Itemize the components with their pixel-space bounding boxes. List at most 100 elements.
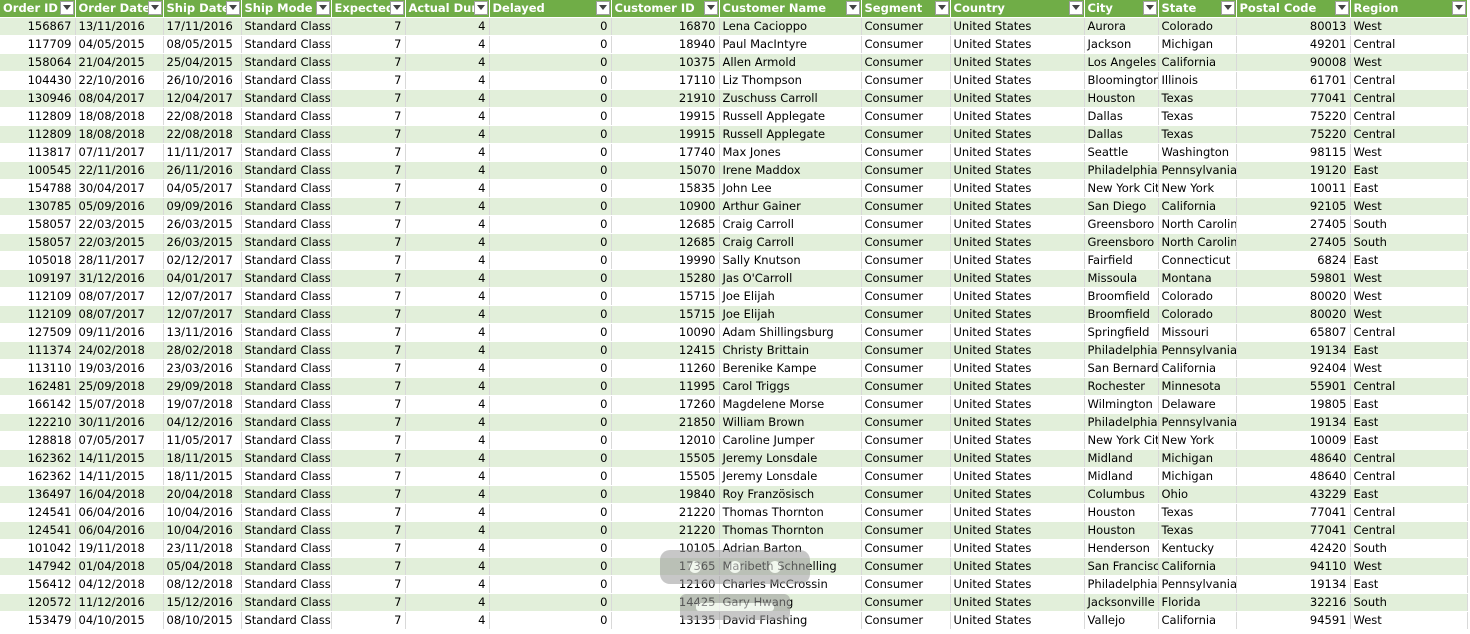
cell-postal[interactable]: 43229: [1236, 485, 1351, 504]
cell-ship-date[interactable]: 13/11/2016: [163, 323, 242, 342]
cell-order-date[interactable]: 30/11/2016: [75, 413, 164, 432]
cell-postal[interactable]: 94110: [1236, 557, 1351, 576]
cell-order-id[interactable]: 113110: [0, 359, 76, 378]
cell-city[interactable]: Rochester: [1084, 377, 1159, 396]
cell-ship-mode[interactable]: Standard Class: [241, 521, 332, 540]
cell-order-date[interactable]: 15/07/2018: [75, 395, 164, 414]
cell-order-date[interactable]: 05/09/2016: [75, 197, 164, 216]
cell-postal[interactable]: 10009: [1236, 431, 1351, 450]
cell-region[interactable]: Central: [1350, 467, 1468, 486]
cell-region[interactable]: South: [1350, 539, 1468, 558]
cell-state[interactable]: Pennsylvania: [1158, 575, 1237, 594]
cell-segment[interactable]: Consumer: [861, 575, 951, 594]
cell-country[interactable]: United States: [950, 197, 1085, 216]
cell-state[interactable]: California: [1158, 197, 1237, 216]
cell-state[interactable]: Texas: [1158, 503, 1237, 522]
cell-postal[interactable]: 19120: [1236, 161, 1351, 180]
cell-ship-date[interactable]: 28/02/2018: [163, 341, 242, 360]
cell-order-id[interactable]: 162362: [0, 449, 76, 468]
cell-segment[interactable]: Consumer: [861, 305, 951, 324]
cell-postal[interactable]: 49201: [1236, 35, 1351, 54]
cell-delayed[interactable]: 0: [489, 53, 612, 72]
cell-order-id[interactable]: 112109: [0, 287, 76, 306]
cell-delayed[interactable]: 0: [489, 215, 612, 234]
cell-order-id[interactable]: 112109: [0, 305, 76, 324]
cell-customer-id[interactable]: 13135: [611, 611, 720, 630]
filter-dropdown-icon[interactable]: [1451, 1, 1466, 15]
cell-ship-mode[interactable]: Standard Class: [241, 107, 332, 126]
cell-actual[interactable]: 4: [405, 233, 490, 252]
cell-postal[interactable]: 80020: [1236, 287, 1351, 306]
cell-order-date[interactable]: 09/11/2016: [75, 323, 164, 342]
cell-order-id[interactable]: 124541: [0, 503, 76, 522]
cell-ship-mode[interactable]: Standard Class: [241, 233, 332, 252]
cell-customer-name[interactable]: Lena Cacioppo: [719, 17, 862, 36]
cell-city[interactable]: Bloomington: [1084, 71, 1159, 90]
cell-order-date[interactable]: 04/12/2018: [75, 575, 164, 594]
cell-actual[interactable]: 4: [405, 539, 490, 558]
cell-delayed[interactable]: 0: [489, 89, 612, 108]
cell-ship-mode[interactable]: Standard Class: [241, 161, 332, 180]
cell-customer-id[interactable]: 10105: [611, 539, 720, 558]
cell-city[interactable]: Houston: [1084, 503, 1159, 522]
cell-state[interactable]: Ohio: [1158, 485, 1237, 504]
cell-ship-mode[interactable]: Standard Class: [241, 395, 332, 414]
cell-order-date[interactable]: 01/04/2018: [75, 557, 164, 576]
cell-city[interactable]: Houston: [1084, 89, 1159, 108]
cell-postal[interactable]: 80020: [1236, 305, 1351, 324]
cell-order-id[interactable]: 130946: [0, 89, 76, 108]
cell-delayed[interactable]: 0: [489, 467, 612, 486]
cell-order-date[interactable]: 22/03/2015: [75, 233, 164, 252]
cell-city[interactable]: Philadelphia: [1084, 161, 1159, 180]
cell-city[interactable]: Philadelphia: [1084, 341, 1159, 360]
cell-city[interactable]: San Diego: [1084, 197, 1159, 216]
cell-ship-date[interactable]: 04/01/2017: [163, 269, 242, 288]
cell-state[interactable]: Missouri: [1158, 323, 1237, 342]
cell-expected[interactable]: 7: [331, 143, 406, 162]
cell-ship-mode[interactable]: Standard Class: [241, 341, 332, 360]
cell-ship-mode[interactable]: Standard Class: [241, 179, 332, 198]
filter-dropdown-icon[interactable]: [1142, 1, 1157, 15]
cell-expected[interactable]: 7: [331, 377, 406, 396]
cell-customer-id[interactable]: 21220: [611, 503, 720, 522]
cell-region[interactable]: West: [1350, 287, 1468, 306]
cell-postal[interactable]: 65807: [1236, 323, 1351, 342]
cell-segment[interactable]: Consumer: [861, 107, 951, 126]
cell-delayed[interactable]: 0: [489, 341, 612, 360]
cell-customer-id[interactable]: 15715: [611, 287, 720, 306]
cell-city[interactable]: San Bernardino: [1084, 359, 1159, 378]
cell-actual[interactable]: 4: [405, 35, 490, 54]
cell-actual[interactable]: 4: [405, 503, 490, 522]
cell-country[interactable]: United States: [950, 305, 1085, 324]
cell-ship-date[interactable]: 11/11/2017: [163, 143, 242, 162]
cell-customer-id[interactable]: 12010: [611, 431, 720, 450]
cell-ship-date[interactable]: 19/07/2018: [163, 395, 242, 414]
cell-ship-mode[interactable]: Standard Class: [241, 593, 332, 612]
cell-postal[interactable]: 48640: [1236, 449, 1351, 468]
cell-order-id[interactable]: 105018: [0, 251, 76, 270]
cell-expected[interactable]: 7: [331, 521, 406, 540]
cell-segment[interactable]: Consumer: [861, 431, 951, 450]
cell-ship-date[interactable]: 10/04/2016: [163, 521, 242, 540]
filter-dropdown-icon[interactable]: [1068, 1, 1083, 15]
cell-order-id[interactable]: 112809: [0, 107, 76, 126]
cell-state[interactable]: Colorado: [1158, 305, 1237, 324]
cell-country[interactable]: United States: [950, 485, 1085, 504]
cell-expected[interactable]: 7: [331, 431, 406, 450]
cell-state[interactable]: Colorado: [1158, 287, 1237, 306]
cell-state[interactable]: Florida: [1158, 593, 1237, 612]
cell-customer-id[interactable]: 19990: [611, 251, 720, 270]
cell-ship-date[interactable]: 09/09/2016: [163, 197, 242, 216]
cell-segment[interactable]: Consumer: [861, 377, 951, 396]
cell-expected[interactable]: 7: [331, 215, 406, 234]
cell-expected[interactable]: 7: [331, 233, 406, 252]
cell-actual[interactable]: 4: [405, 17, 490, 36]
cell-order-id[interactable]: 162481: [0, 377, 76, 396]
column-header-order-date[interactable]: Order Date: [75, 0, 164, 18]
cell-expected[interactable]: 7: [331, 71, 406, 90]
cell-ship-date[interactable]: 04/12/2016: [163, 413, 242, 432]
cell-country[interactable]: United States: [950, 71, 1085, 90]
cell-state[interactable]: Michigan: [1158, 35, 1237, 54]
cell-segment[interactable]: Consumer: [861, 161, 951, 180]
cell-region[interactable]: West: [1350, 17, 1468, 36]
